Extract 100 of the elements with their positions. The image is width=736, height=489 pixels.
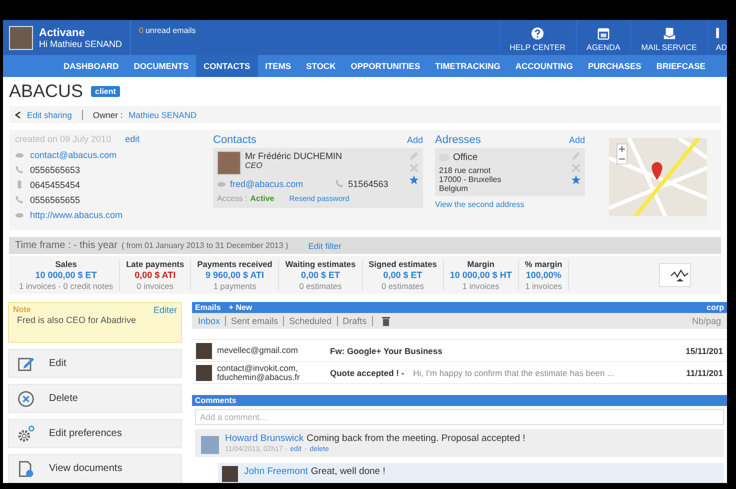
per-page-label: Nb/pag [692,316,721,326]
nav-tab[interactable]: TIMETRACKING [428,55,508,77]
favorite-star-icon[interactable] [571,175,581,185]
nav-tab[interactable]: OPPORTUNITIES [343,55,428,77]
mobile-phone-icon [15,180,24,189]
sender-address: contact@invokit.com, [217,364,298,372]
nav-tab[interactable]: DOCUMENTS [126,55,196,77]
email-row[interactable]: contact@invokit.com, fduchemin@abacus.fr Quote accepted ! - Hi, I'm happy to confirm that the estimate has been ... 11/11/201 [192,362,727,384]
edit-filter-link[interactable]: Edit filter [308,240,342,250]
contact-role: CEO [245,161,264,170]
stat-title: Waiting estimates [285,259,356,269]
owner-link[interactable]: Mathieu SENAND [128,110,197,120]
email-subject: Quote accepted ! - [330,368,404,378]
nav-tab[interactable]: BRIEFCASE [648,55,713,77]
nav-tab[interactable]: PURCHASES [580,55,649,77]
author-link[interactable]: John Freemont [244,466,308,480]
nav-tab[interactable]: STOCK [298,55,344,77]
nav-tab[interactable]: ITEMS [258,55,299,77]
commenter-avatar [222,466,238,482]
stat-note: 1 payments [213,281,256,291]
email-row[interactable]: mevellec@gmail.com Fw: Google+ Your Business 15/11/201 [192,340,727,362]
comment-input[interactable]: Add a comment... [195,409,724,425]
company-name: ABACUS [9,81,84,102]
stat-note: 0 estimates [299,281,342,291]
nav-tab[interactable]: CONTACTS [196,55,258,77]
contact-phone: 51564563 [348,178,388,188]
comment-text: Coming back from the meeting. Proposal accepted ! [306,433,526,444]
address-line: 218 rue carnot [439,166,492,175]
panel-title: Emails [195,303,221,312]
sender-address: mevellec@gmail.com [217,346,299,355]
note-edit-link[interactable]: Editer [153,305,177,315]
edit-link[interactable]: edit [125,134,140,144]
unread-count: 0 [139,26,144,35]
comment-text: Great, well done ! [310,466,386,479]
nav-tab[interactable]: ACCOUNTING [508,55,580,77]
add-link[interactable]: Add [406,135,423,145]
section-title: Adresses [435,134,481,146]
phone-number: 0645455454 [30,180,80,190]
email-tab[interactable]: Inbox [198,316,220,326]
contact-link[interactable]: http://www.abacus.com [30,210,123,220]
stat-value: 0,00 $ ET [300,270,340,280]
unread-label: unread emails [145,26,196,35]
email-tab[interactable]: Drafts [342,316,367,326]
action-button[interactable]: View documents [8,454,182,483]
stat-title: Margin [467,259,494,269]
calendar-icon [596,27,610,40]
email-tab[interactable]: Sent emails [231,316,278,326]
delete-icon [17,390,35,408]
note-title: Note [13,305,31,315]
address-line: Belgium [439,184,469,193]
account-name: corp [706,303,724,312]
sender-address: fduchemin@abacus.fr [217,372,301,382]
document-search-icon [17,460,35,478]
shortcut-icon [716,27,720,40]
note-text: Fred is also CEO for Abadrive [16,315,138,325]
author-link[interactable]: Howard Brunswick [225,433,304,444]
phone-icon [15,165,24,174]
stat-value: 100,00% [526,270,562,280]
time-frame-range: ( from 01 January 2013 to 31 December 2013 ) [121,241,288,250]
contact-name: Mr Frédéric DUCHEMIN [245,151,342,161]
favorite-star-icon[interactable] [409,175,419,185]
stat-value: 10 000,00 $ HT [450,270,512,280]
contact-link[interactable]: contact@abacus.com [30,150,117,160]
address-label: Office [453,152,478,163]
nav-tab[interactable]: DASHBOARD [56,55,126,77]
sender-avatar [196,342,212,358]
trash-icon[interactable] [382,316,390,326]
email-date: 15/11/201 [686,346,723,356]
section-title: Contacts [213,134,256,146]
second-address-link[interactable]: View the second address [435,200,585,209]
email-preview: Hi, I'm happy to confirm that the estimate has been ... [413,368,614,378]
gear-icon [17,424,35,442]
new-email-link[interactable]: + New [228,303,252,312]
contact-email[interactable]: fred@abacus.com [230,178,304,188]
cloud-icon [217,179,226,188]
stat-value: 9 960,00 $ ATI [206,270,264,280]
stat-note: 0 estimates [382,281,424,291]
add-link[interactable]: Add [568,135,585,145]
owner-label: Owner : [92,110,123,120]
edit-sharing-link[interactable]: Edit sharing [27,110,72,120]
created-date: created on 09 July 2010 [15,134,112,144]
stat-note: 1 invoices - 0 credit notes [19,281,114,291]
action-button[interactable]: Delete [8,384,182,413]
cloud-icon [15,150,24,159]
stat-value: 10 000,00 $ ET [35,270,97,280]
chart-button[interactable] [659,263,691,287]
sender-avatar [196,364,212,380]
stat-note: 1 invoices [462,281,500,291]
share-icon [15,110,21,118]
access-label: Access : [217,194,248,203]
stat-title: Signed estimates [368,259,437,269]
stat-title: Payments received [197,259,272,269]
action-button[interactable]: Edit [8,349,182,378]
action-button[interactable]: Edit preferences [8,419,182,448]
email-tab[interactable]: Scheduled [289,316,332,326]
stat-value: 0,00 $ ATI [134,270,176,280]
stat-note: 1 invoices [525,281,562,291]
mail-icon [662,27,676,40]
stat-title: % margin [524,259,562,269]
address-line: 17000 - Bruxelles [439,175,502,184]
